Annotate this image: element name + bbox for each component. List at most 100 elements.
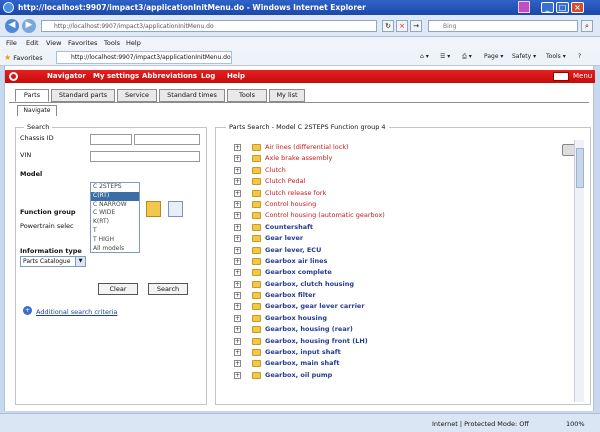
model-listbox[interactable]: C 2STEPS C(RT) C NARROW C WIDE K(RT) T T…: [90, 182, 140, 253]
tree-item[interactable]: + Gearbox filter: [232, 290, 572, 301]
model-option[interactable]: T: [91, 227, 139, 236]
nav-navigator[interactable]: Navigator: [47, 72, 86, 80]
tree-item[interactable]: + Gearbox, housing front (LH): [232, 336, 572, 347]
tree-item-label[interactable]: Clutch Pedal: [265, 177, 305, 185]
address-bar[interactable]: http://localhost:9907/impact3/applicatio…: [41, 20, 377, 32]
page-menu[interactable]: Page ▾: [484, 53, 503, 60]
expand-icon[interactable]: +: [234, 212, 241, 220]
tree-item-label[interactable]: Gearbox filter: [265, 291, 316, 299]
model-option[interactable]: C NARROW: [91, 201, 139, 210]
expand-icon[interactable]: +: [234, 371, 241, 379]
tree-item[interactable]: + Gearbox, gear lever carrier: [232, 301, 572, 312]
search-button[interactable]: Search: [148, 283, 188, 295]
tree-item-label[interactable]: Control housing (automatic gearbox): [265, 211, 385, 219]
expand-icon[interactable]: +: [234, 178, 241, 186]
feeds-icon[interactable]: ☰ ▾: [440, 53, 450, 60]
tab-service[interactable]: Service: [117, 89, 157, 102]
nav-abbreviations[interactable]: Abbreviations: [142, 72, 197, 80]
tree-item[interactable]: + Air lines (differential lock): [232, 142, 572, 153]
tree-item-label[interactable]: Clutch: [265, 166, 286, 174]
expand-icon[interactable]: +: [234, 314, 241, 322]
expand-icon[interactable]: +: [234, 166, 241, 174]
menu-link[interactable]: Menu: [573, 72, 592, 80]
tree-item[interactable]: + Control housing: [232, 199, 572, 210]
safety-menu[interactable]: Safety ▾: [512, 53, 536, 60]
tree-item-label[interactable]: Gearbox, clutch housing: [265, 280, 354, 288]
search-icon[interactable]: ⌕: [581, 20, 593, 32]
tab-parts[interactable]: Parts: [15, 89, 49, 102]
information-type-select[interactable]: Parts Catalogue ▼: [20, 256, 86, 267]
expand-icon[interactable]: +: [234, 360, 241, 368]
tree-item-label[interactable]: Gearbox, input shaft: [265, 348, 341, 356]
additional-search-link[interactable]: Additional search criteria: [36, 308, 117, 316]
menu-view[interactable]: View: [46, 39, 61, 47]
tree-item[interactable]: + Gear lever, ECU: [232, 245, 572, 256]
tree-item-label[interactable]: Gear lever, ECU: [265, 246, 321, 254]
maximize-button[interactable]: □: [556, 2, 569, 13]
tree-item[interactable]: + Clutch release fork: [232, 188, 572, 199]
tab-navigate[interactable]: Navigate: [17, 105, 57, 116]
minimize-button[interactable]: _: [541, 2, 554, 13]
tree-item-label[interactable]: Gearbox, gear lever carrier: [265, 302, 365, 310]
expand-icon[interactable]: +: [234, 280, 241, 288]
scrollbar-thumb[interactable]: [576, 148, 584, 188]
expand-icon[interactable]: +: [234, 223, 241, 231]
tab-standard-times[interactable]: Standard times: [159, 89, 225, 102]
tree-item-label[interactable]: Gearbox, housing (rear): [265, 325, 353, 333]
tree-item[interactable]: + Gearbox housing: [232, 313, 572, 324]
chassis-id-number-field[interactable]: [134, 134, 200, 145]
tree-item-label[interactable]: Countershaft: [265, 223, 313, 231]
expand-icon[interactable]: +: [234, 189, 241, 197]
vin-field[interactable]: [90, 151, 200, 162]
tree-item[interactable]: + Gearbox, oil pump: [232, 370, 572, 381]
tree-item[interactable]: + Countershaft: [232, 222, 572, 233]
help-menu[interactable]: ?: [578, 53, 581, 60]
expand-icon[interactable]: +: [234, 155, 241, 163]
expand-icon[interactable]: +: [234, 337, 241, 345]
close-button[interactable]: ×: [571, 2, 584, 13]
search-input[interactable]: Bing: [428, 20, 578, 32]
browser-tab[interactable]: http://localhost:9907/impact3/applicatio…: [56, 51, 232, 64]
tree-item[interactable]: + Axle brake assembly: [232, 153, 572, 164]
tab-my-list[interactable]: My list: [269, 89, 305, 102]
nav-log[interactable]: Log: [201, 72, 215, 80]
tree-item[interactable]: + Gearbox complete: [232, 267, 572, 278]
model-option[interactable]: T HIGH: [91, 236, 139, 245]
tree-item-label[interactable]: Gear lever: [265, 234, 303, 242]
tree-item-label[interactable]: Clutch release fork: [265, 189, 326, 197]
forward-button[interactable]: ▶: [22, 19, 36, 33]
expand-icon[interactable]: +: [234, 303, 241, 311]
zoom-level[interactable]: 100%: [566, 420, 585, 428]
tree-item[interactable]: + Control housing (automatic gearbox): [232, 210, 572, 221]
tree-item-label[interactable]: Control housing: [265, 200, 316, 208]
tab-standard-parts[interactable]: Standard parts: [51, 89, 115, 102]
tree-item-label[interactable]: Gearbox complete: [265, 268, 332, 276]
tree-item[interactable]: + Clutch Pedal: [232, 176, 572, 187]
model-option[interactable]: All models: [91, 245, 139, 254]
tree-item[interactable]: + Gearbox, clutch housing: [232, 279, 572, 290]
model-option-selected[interactable]: C(RT): [91, 191, 139, 201]
tools-menu[interactable]: Tools ▾: [546, 53, 566, 60]
tree-item[interactable]: + Gearbox, input shaft: [232, 347, 572, 358]
chassis-id-series-field[interactable]: [90, 134, 132, 145]
powertrain-lookup-icon[interactable]: [168, 201, 183, 217]
expand-icon[interactable]: +: [234, 349, 241, 357]
menu-file[interactable]: File: [6, 39, 17, 47]
menu-favorites[interactable]: Favorites: [68, 39, 97, 47]
expand-icon[interactable]: +: [234, 326, 241, 334]
tree-item-label[interactable]: Gearbox air lines: [265, 257, 327, 265]
menu-help[interactable]: Help: [126, 39, 141, 47]
tree-scrollbar[interactable]: [574, 140, 584, 402]
nav-my-settings[interactable]: My settings: [93, 72, 139, 80]
expand-icon[interactable]: +: [234, 257, 241, 265]
tree-item-label[interactable]: Gearbox, main shaft: [265, 359, 339, 367]
nav-help[interactable]: Help: [227, 72, 245, 80]
model-option[interactable]: K(RT): [91, 218, 139, 227]
function-group-lookup-icon[interactable]: [146, 201, 161, 217]
model-option[interactable]: C WIDE: [91, 209, 139, 218]
tree-item-label[interactable]: Gearbox housing: [265, 314, 327, 322]
refresh-button[interactable]: ↻: [382, 20, 394, 32]
tree-item-label[interactable]: Gearbox, oil pump: [265, 371, 332, 379]
expand-icon[interactable]: +: [234, 235, 241, 243]
tree-item[interactable]: + Gearbox, main shaft: [232, 358, 572, 369]
